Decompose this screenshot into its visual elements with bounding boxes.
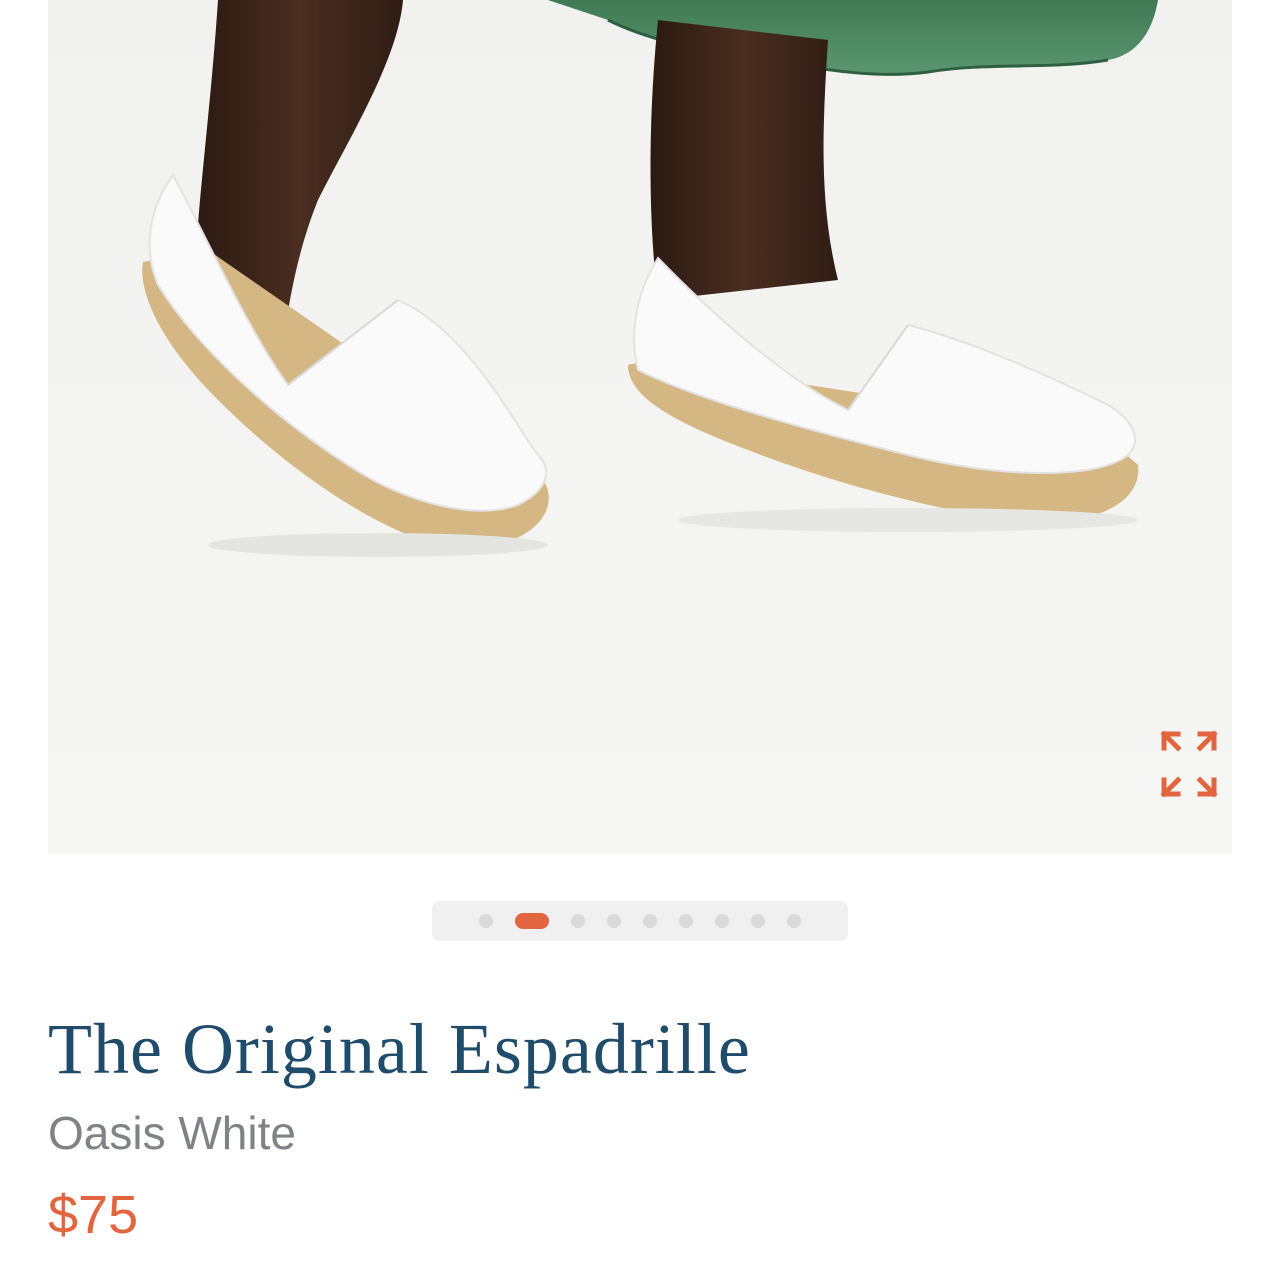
gallery-dot-active[interactable] [515, 913, 549, 929]
gallery-dot[interactable] [479, 914, 493, 928]
expand-arrows-glyph [1160, 730, 1218, 798]
gallery-pagination-dots [432, 901, 848, 941]
gallery-dot[interactable] [751, 914, 765, 928]
expand-arrows-icon[interactable] [1158, 728, 1220, 800]
gallery-dot[interactable] [787, 914, 801, 928]
gallery-dot[interactable] [679, 914, 693, 928]
gallery-dot[interactable] [643, 914, 657, 928]
product-title: The Original Espadrille [48, 1009, 751, 1089]
gallery-dot[interactable] [607, 914, 621, 928]
gallery-dot[interactable] [715, 914, 729, 928]
product-price: $75 [48, 1185, 139, 1245]
product-image-gallery[interactable] [48, 0, 1232, 854]
gallery-dot[interactable] [571, 914, 585, 928]
product-photo [48, 0, 1232, 854]
product-variant-color: Oasis White [48, 1107, 296, 1159]
